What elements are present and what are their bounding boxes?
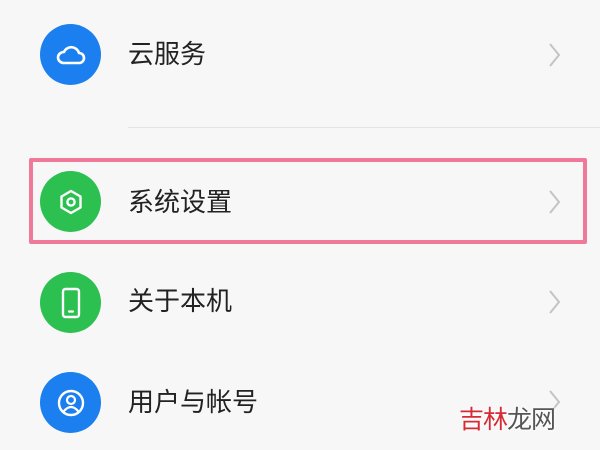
watermark-dark: 龙网	[507, 405, 556, 434]
settings-item-about[interactable]: 关于本机	[0, 250, 600, 350]
chevron-right-icon	[549, 290, 561, 314]
watermark-red: 吉林	[459, 405, 508, 434]
settings-item-label: 关于本机	[128, 287, 233, 317]
phone-icon	[40, 272, 101, 333]
user-icon	[40, 372, 101, 433]
settings-item-label: 用户与帐号	[128, 388, 259, 418]
watermark: 吉林龙网	[459, 400, 556, 436]
cloud-icon	[40, 24, 101, 85]
list-divider	[128, 127, 600, 128]
settings-item-label: 云服务	[128, 40, 207, 70]
chevron-right-icon	[549, 43, 561, 67]
settings-item-cloud[interactable]: 云服务	[0, 0, 600, 100]
highlight-box	[29, 158, 587, 244]
